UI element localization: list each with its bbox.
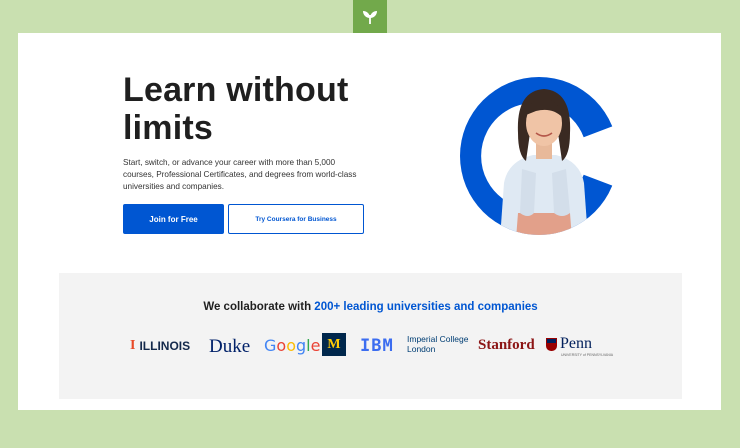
partner-logos: I ILLINOIS Duke Google M IBM Imperial Co…	[129, 333, 613, 363]
brand-badge	[353, 0, 387, 33]
collaborators-heading-prefix: We collaborate with	[203, 301, 315, 313]
illinois-block-i-icon: I	[130, 338, 136, 353]
leaf-sprout-icon	[363, 10, 377, 24]
imperial-college-logo: Imperial College London	[407, 334, 469, 354]
penn-shield-icon	[546, 337, 557, 351]
google-logo: Google	[264, 336, 321, 355]
collaborators-heading-highlight[interactable]: 200+ leading universities and companies	[314, 301, 537, 313]
ibm-logo: IBM	[360, 336, 394, 356]
collaborators-section: We collaborate with 200+ leading univers…	[59, 273, 682, 399]
hero-image	[460, 77, 618, 235]
duke-logo: Duke	[209, 336, 251, 357]
hero-description: Start, switch, or advance your career wi…	[123, 158, 357, 191]
penn-logo: Penn UNIVERSITY of PENNSYLVANIA	[546, 335, 613, 357]
collaborators-heading: We collaborate with 200+ leading univers…	[59, 301, 682, 313]
hero-title: Learn without limits	[123, 71, 349, 147]
join-for-free-button[interactable]: Join for Free	[123, 204, 224, 234]
try-coursera-for-business-button[interactable]: Try Coursera for Business	[228, 204, 364, 234]
hero-card: Learn without limits Start, switch, or a…	[18, 33, 721, 410]
michigan-logo: M	[322, 333, 346, 356]
illinois-logo: I ILLINOIS	[130, 338, 191, 353]
stanford-logo: Stanford	[478, 337, 535, 353]
